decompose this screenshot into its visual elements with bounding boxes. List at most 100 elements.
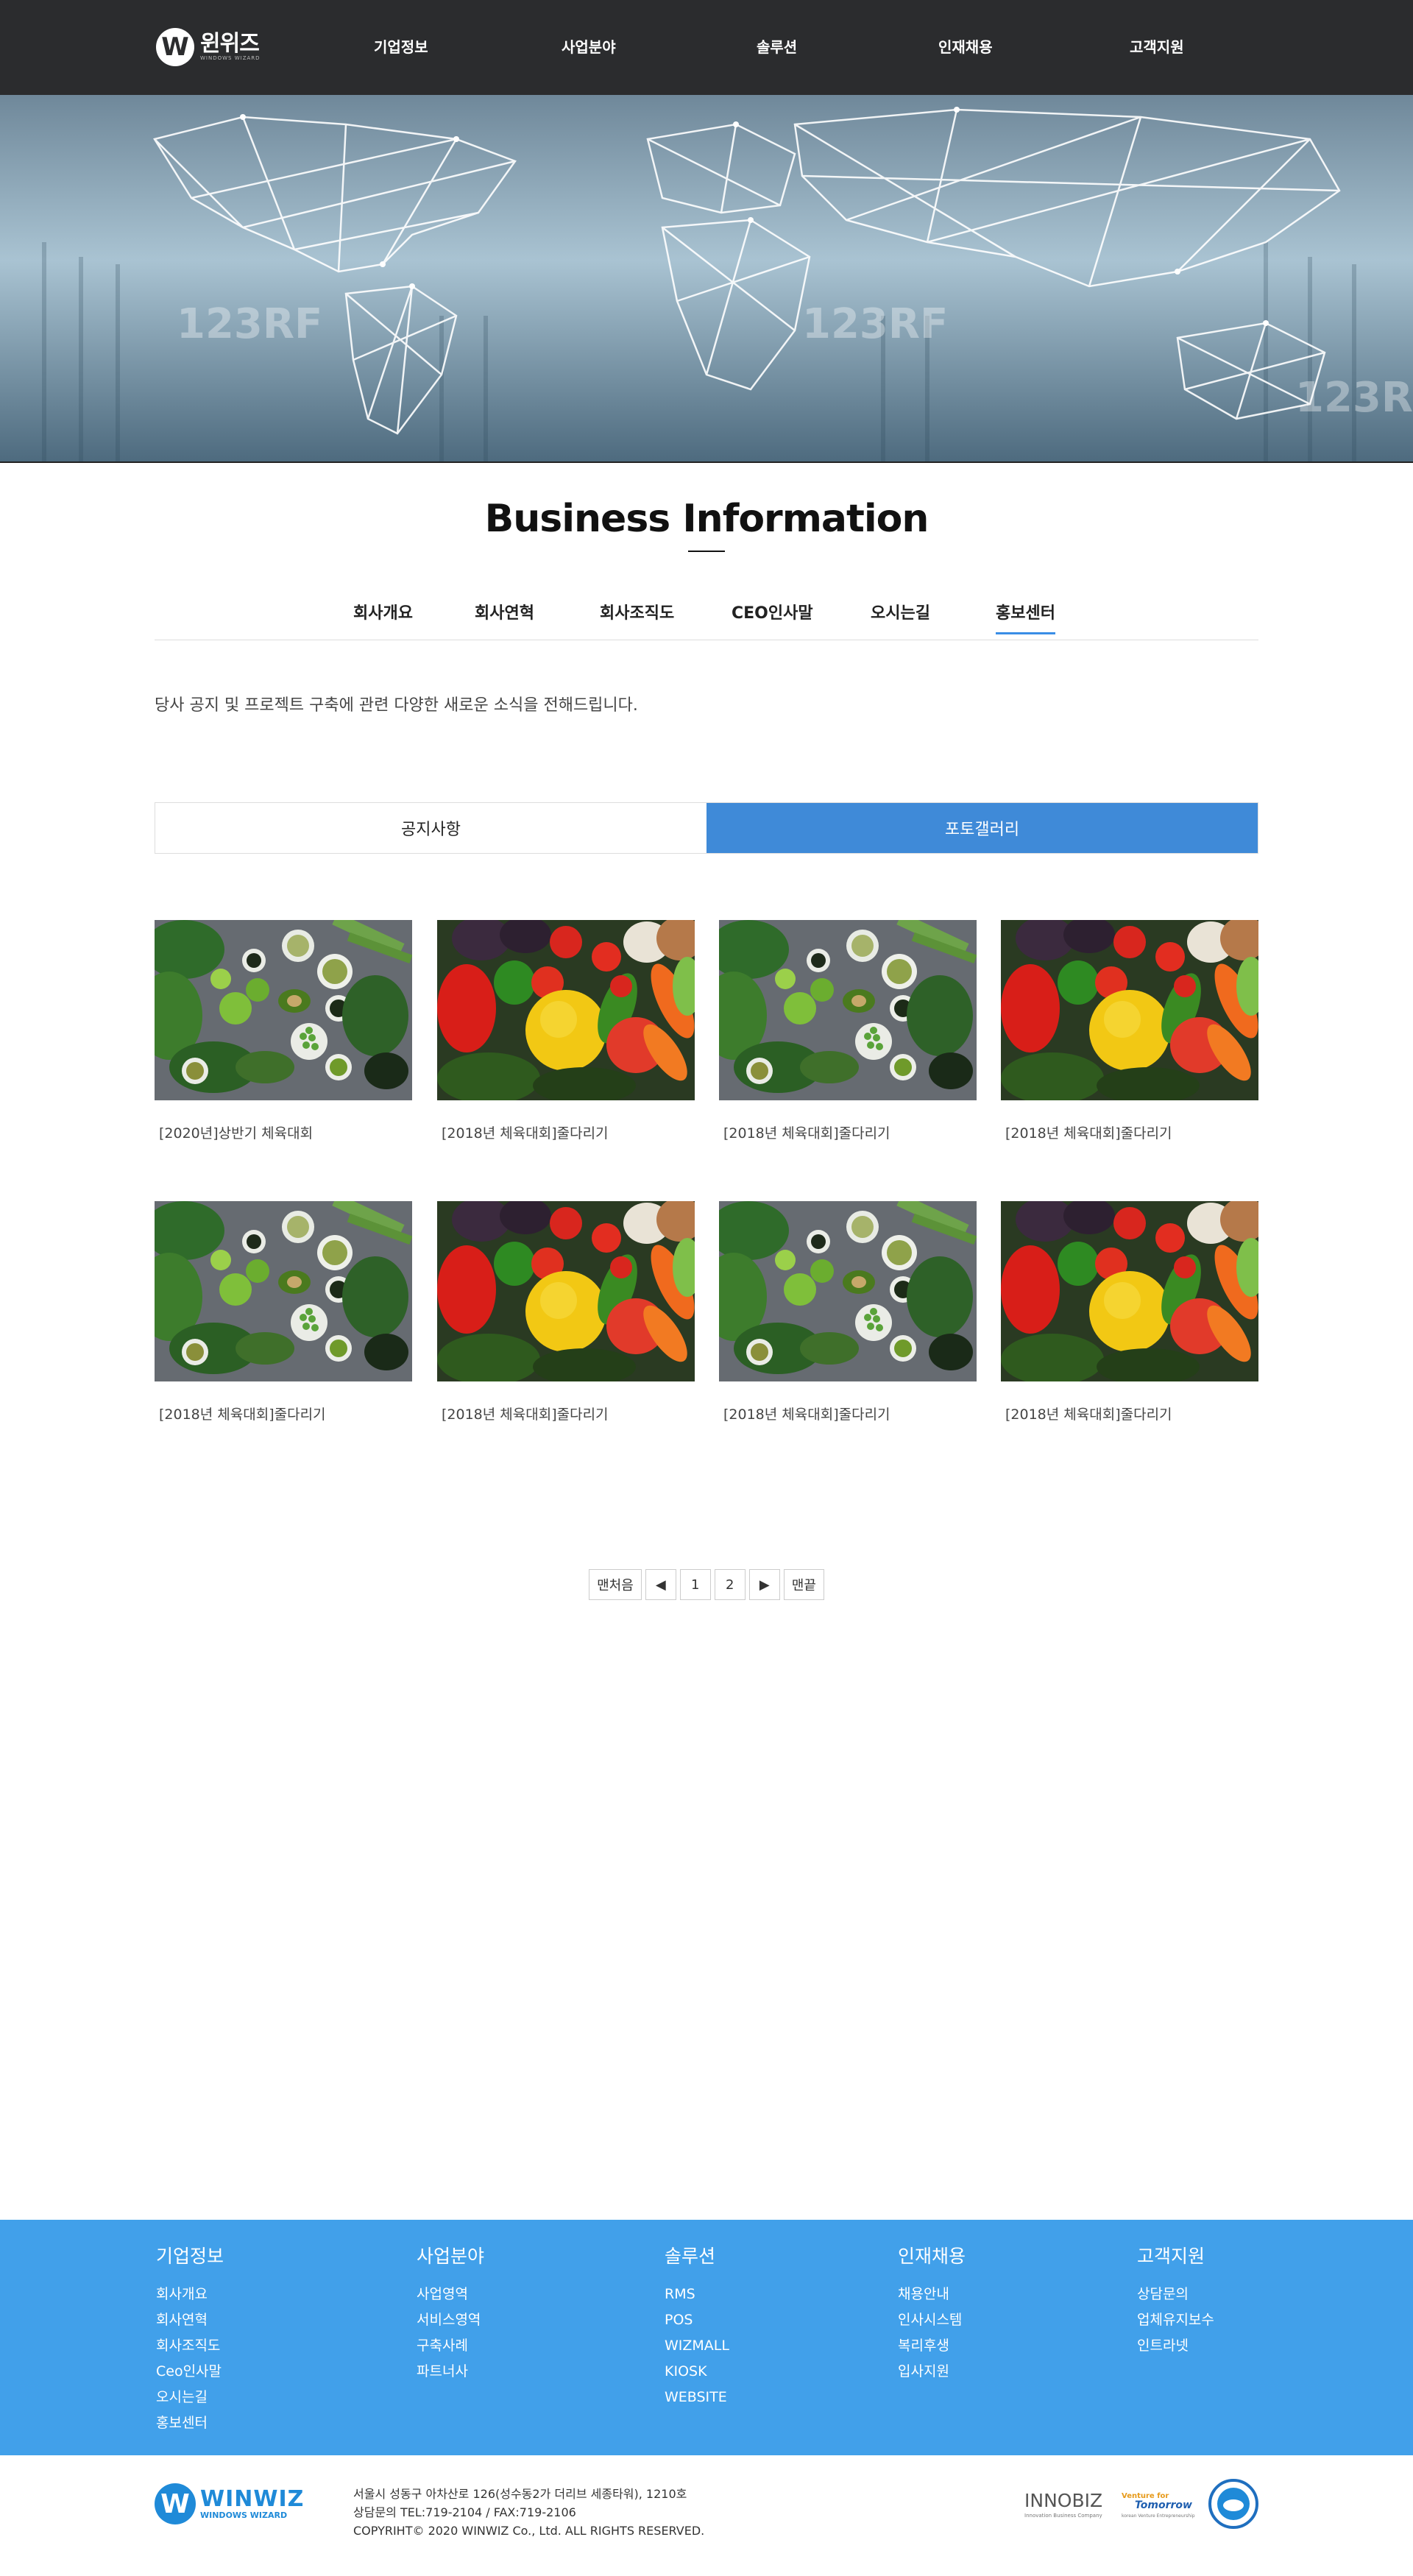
footer-column-title: 솔루션 — [665, 2246, 716, 2267]
nav-item-business[interactable]: 사업분야 — [562, 35, 616, 57]
watermark-text: 123RF — [1295, 374, 1413, 422]
subnav-item-pr-center[interactable]: 홍보센터 — [996, 600, 1055, 634]
nav-item-company[interactable]: 기업정보 — [374, 35, 428, 57]
gallery-thumbnail[interactable] — [719, 1201, 977, 1381]
gallery-thumbnail[interactable] — [1001, 1201, 1258, 1381]
footer-logo[interactable]: W WINWIZ WINDOWS WIZARD — [155, 2483, 304, 2524]
footer-link[interactable]: KIOSK — [665, 2359, 729, 2385]
main-nav: 기업정보 사업분야 솔루션 인재채용 고객지원 — [0, 0, 1413, 95]
gallery-thumbnail[interactable] — [1001, 920, 1258, 1100]
footer-info: W WINWIZ WINDOWS WIZARD 서울시 성동구 아차산로 126… — [0, 2455, 1413, 2576]
footer-link[interactable]: 인사시스템 — [898, 2307, 966, 2333]
nav-item-recruit[interactable]: 인재채용 — [938, 35, 993, 57]
footer-sitemap: 기업정보 회사개요 회사연혁 회사조직도 Ceo인사말 오시는길 홍보센터 사업… — [0, 2220, 1413, 2455]
footer-column-title: 기업정보 — [156, 2246, 224, 2267]
next-page-button[interactable]: ▶ — [748, 1569, 780, 1600]
gallery-thumbnail-image — [155, 1201, 412, 1381]
hero-divider — [0, 461, 1413, 463]
venture-big-text: Tomorrow — [1135, 2499, 1192, 2511]
footer-link[interactable]: 홍보센터 — [156, 2410, 224, 2436]
footer-link[interactable]: 인트라넷 — [1137, 2333, 1214, 2359]
footer-link[interactable]: WEBSITE — [665, 2385, 729, 2410]
sub-navigation: 회사개요 회사연혁 회사조직도 CEO인사말 오시는길 홍보센터 — [155, 589, 1258, 640]
last-page-button[interactable]: 맨끝 — [783, 1569, 824, 1600]
gallery-card[interactable]: [2018년 체육대회]줄다리기 — [155, 1201, 412, 1423]
page-title: Business Information — [484, 497, 929, 541]
innobiz-badge: INNOBIZ Innovation Business Company — [1023, 2482, 1119, 2529]
gallery-caption[interactable]: [2018년 체육대회]줄다리기 — [437, 1404, 695, 1423]
footer-link[interactable]: 입사지원 — [898, 2359, 966, 2385]
gallery-caption[interactable]: [2018년 체육대회]줄다리기 — [719, 1404, 977, 1423]
gallery-caption[interactable]: [2018년 체육대회]줄다리기 — [155, 1404, 412, 1423]
gallery-thumbnail-image — [437, 1201, 695, 1381]
subnav-item-location[interactable]: 오시는길 — [871, 600, 930, 632]
footer-link[interactable]: 오시는길 — [156, 2385, 224, 2410]
gallery-thumbnail-image — [719, 1201, 977, 1381]
footer-logo-text: WINWIZ — [200, 2485, 305, 2512]
gallery-caption[interactable]: [2018년 체육대회]줄다리기 — [437, 1122, 695, 1142]
company-contact: 상담문의 TEL:719-2104 / FAX:719-2106 — [353, 2505, 576, 2519]
footer-link[interactable]: 사업영역 — [417, 2282, 484, 2307]
gallery-card[interactable]: [2018년 체육대회]줄다리기 — [719, 920, 977, 1142]
subnav-item-history[interactable]: 회사연혁 — [475, 600, 534, 632]
nav-item-solution[interactable]: 솔루션 — [757, 35, 797, 57]
certification-seal-icon — [1208, 2479, 1258, 2532]
prev-page-button[interactable]: ◀ — [645, 1569, 676, 1600]
tab-notice[interactable]: 공지사항 — [155, 803, 706, 853]
footer-link[interactable]: 상담문의 — [1137, 2282, 1214, 2307]
gallery-card[interactable]: [2018년 체육대회]줄다리기 — [437, 1201, 695, 1423]
footer-link[interactable]: 파트너사 — [417, 2359, 484, 2385]
footer-link[interactable]: 서비스영역 — [417, 2307, 484, 2333]
gallery-thumbnail[interactable] — [437, 920, 695, 1100]
watermark-text: 123RF — [802, 300, 948, 348]
gallery-caption[interactable]: [2018년 체육대회]줄다리기 — [1001, 1404, 1258, 1423]
innobiz-subtext: Innovation Business Company — [1024, 2513, 1102, 2519]
footer-column-company: 기업정보 회사개요 회사연혁 회사조직도 Ceo인사말 오시는길 홍보센터 — [156, 2242, 224, 2436]
gallery-thumbnail-image — [437, 920, 695, 1100]
gallery-caption[interactable]: [2018년 체육대회]줄다리기 — [1001, 1122, 1258, 1142]
gallery-card[interactable]: [2018년 체육대회]줄다리기 — [437, 920, 695, 1142]
footer-link[interactable]: WIZMALL — [665, 2333, 729, 2359]
footer-link[interactable]: 복리후생 — [898, 2333, 966, 2359]
gallery-caption[interactable]: [2020년]상반기 체육대회 — [155, 1122, 412, 1142]
board-tabs: 공지사항 포토갤러리 — [155, 802, 1258, 854]
gallery-thumbnail[interactable] — [437, 1201, 695, 1381]
gallery-thumbnail[interactable] — [155, 920, 412, 1100]
subnav-item-org-chart[interactable]: 회사조직도 — [600, 600, 674, 632]
watermark-text: 123RF — [177, 300, 322, 348]
gallery-caption[interactable]: [2018년 체육대회]줄다리기 — [719, 1122, 977, 1142]
subnav-item-overview[interactable]: 회사개요 — [353, 600, 413, 632]
gallery-card[interactable]: [2020년]상반기 체육대회 — [155, 920, 412, 1142]
tab-photo-gallery[interactable]: 포토갤러리 — [706, 803, 1258, 853]
page-number-1[interactable]: 1 — [679, 1569, 711, 1600]
gallery-thumbnail-image — [1001, 920, 1258, 1100]
footer-logo-subtext: WINDOWS WIZARD — [200, 2510, 288, 2520]
page-number-2[interactable]: 2 — [714, 1569, 746, 1600]
gallery-card[interactable]: [2018년 체육대회]줄다리기 — [1001, 1201, 1258, 1423]
footer-link[interactable]: POS — [665, 2307, 729, 2333]
intro-text: 당사 공지 및 프로젝트 구축에 관련 다양한 새로운 소식을 전해드립니다. — [155, 696, 638, 715]
footer-link[interactable]: RMS — [665, 2282, 729, 2307]
footer-column-solution: 솔루션 RMS POS WIZMALL KIOSK WEBSITE — [665, 2242, 729, 2410]
footer-link[interactable]: 구축사례 — [417, 2333, 484, 2359]
footer-link[interactable]: 회사연혁 — [156, 2307, 224, 2333]
footer-link[interactable]: 채용안내 — [898, 2282, 966, 2307]
footer-column-title: 사업분야 — [417, 2246, 485, 2267]
gallery-card[interactable]: [2018년 체육대회]줄다리기 — [719, 1201, 977, 1423]
gallery-card[interactable]: [2018년 체육대회]줄다리기 — [1001, 920, 1258, 1142]
subnav-item-ceo-greeting[interactable]: CEO인사말 — [732, 600, 813, 632]
footer-link[interactable]: 회사개요 — [156, 2282, 224, 2307]
nav-item-support[interactable]: 고객지원 — [1130, 35, 1184, 57]
gallery-thumbnail-image — [1001, 1201, 1258, 1381]
footer-column-support: 고객지원 상담문의 업체유지보수 인트라넷 — [1137, 2242, 1214, 2359]
gallery-thumbnail[interactable] — [155, 1201, 412, 1381]
innobiz-text: INNOBIZ — [1024, 2490, 1102, 2511]
footer-link[interactable]: Ceo인사말 — [156, 2359, 224, 2385]
venture-badge: Venture for Tomorrow korean Venture Entr… — [1120, 2482, 1205, 2529]
title-underline — [688, 551, 725, 552]
company-info: 서울시 성동구 아차산로 126(성수동2가 더리브 세종타워), 1210호 … — [353, 2485, 704, 2540]
gallery-thumbnail[interactable] — [719, 920, 977, 1100]
footer-link[interactable]: 업체유지보수 — [1137, 2307, 1214, 2333]
footer-link[interactable]: 회사조직도 — [156, 2333, 224, 2359]
first-page-button[interactable]: 맨처음 — [589, 1569, 642, 1600]
